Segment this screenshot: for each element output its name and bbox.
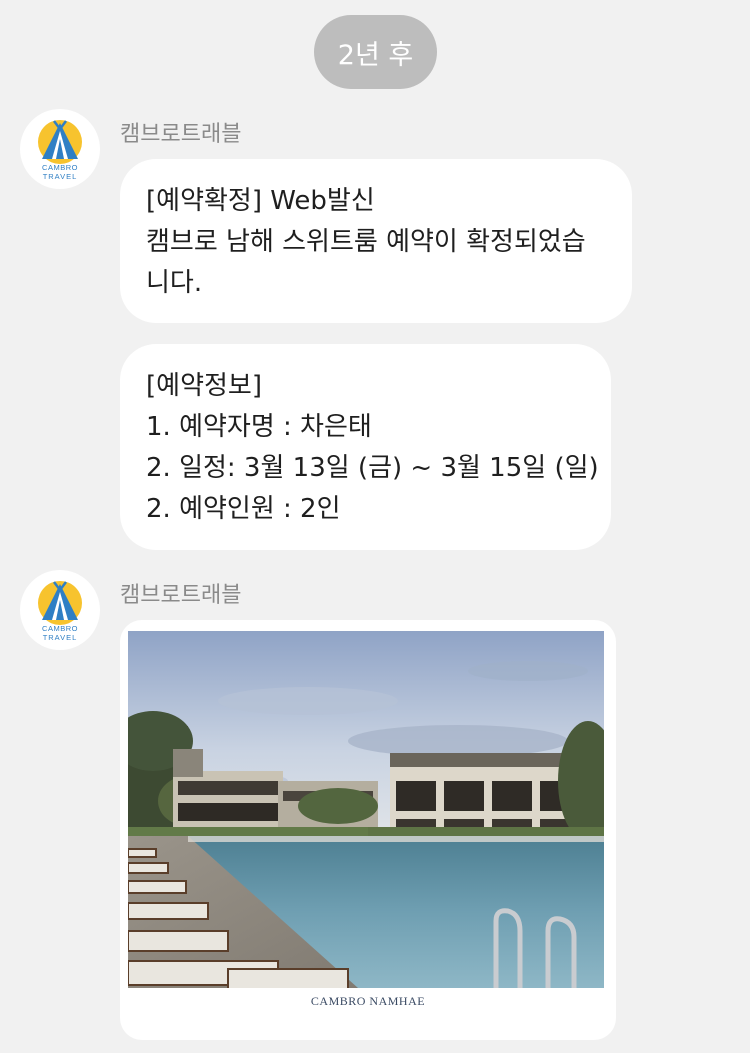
time-divider-badge: 2년 후 [314,15,437,89]
time-divider-label: 2년 후 [337,39,414,71]
message-line: 2. 예약인원 : 2인 [146,494,341,524]
message-line: 1. 예약자명 : 차은태 [146,412,372,442]
cambro-logo-icon: CAMBRO TRAVEL [38,581,82,642]
message-bubble-confirmation[interactable]: [예약확정] Web발신 캠브로 남해 스위트룸 예약이 확정되었습 니다. [120,159,632,323]
avatar-logo-text-top: CAMBRO [42,624,78,633]
image-caption: CAMBRO NAMHAE [310,994,426,1008]
message-line: 니다. [146,268,203,298]
message-line: [예약정보] [146,371,262,401]
message-bubble-reservation-info[interactable]: [예약정보] 1. 예약자명 : 차은태 2. 일정: 3월 13일 (금) ~… [120,344,611,550]
message-line: 캠브로 남해 스위트룸 예약이 확정되었습 [146,227,586,257]
avatar-logo-text-top: CAMBRO [42,163,78,172]
sender-name: 캠브로트래블 [120,583,242,608]
avatar-logo-text-bottom: TRAVEL [43,172,78,181]
sender-name: 캠브로트래블 [120,122,242,147]
cambro-logo-icon: CAMBRO TRAVEL [38,120,82,181]
avatar-logo-text-bottom: TRAVEL [43,633,78,642]
message-line: [예약확정] Web발신 [146,186,375,216]
image-message-card[interactable]: CAMBRO NAMHAE [120,620,616,1040]
resort-pool-photo[interactable] [128,631,604,988]
message-line: 2. 일정: 3월 13일 (금) ~ 3월 15일 (일) [146,453,599,483]
sender-avatar[interactable]: CAMBRO TRAVEL [20,570,100,650]
sender-avatar[interactable]: CAMBRO TRAVEL [20,109,100,189]
